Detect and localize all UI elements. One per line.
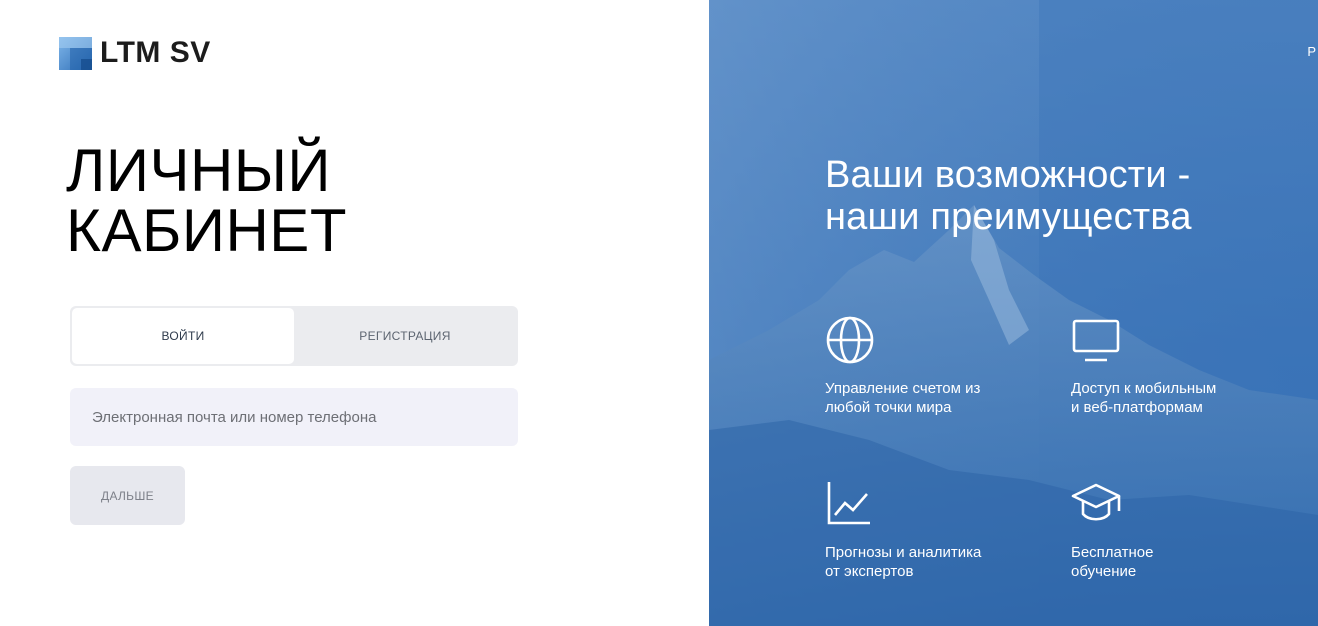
page-title: ЛИЧНЫЙ КАБИНЕТ — [66, 141, 347, 261]
feature-text-line-1: Управление счетом из — [825, 380, 981, 397]
promo-heading-line-2: наши преимущества — [825, 196, 1192, 238]
feature-text-line-2: обучение — [1071, 563, 1137, 580]
page-title-line-2: КАБИНЕТ — [66, 197, 347, 264]
logo-mark-icon — [59, 36, 92, 70]
feature-text-line-2: любой точки мира — [825, 399, 952, 416]
promo-heading: Ваши возможности - наши преимущества — [825, 154, 1192, 238]
promo-panel: Р Ваши возможности - наши преимущества У… — [709, 0, 1318, 626]
auth-tabs: ВОЙТИ РЕГИСТРАЦИЯ — [70, 306, 518, 366]
brand-logo[interactable]: LTM SV — [59, 36, 211, 70]
chart-line-icon — [827, 482, 870, 525]
tab-registration[interactable]: РЕГИСТРАЦИЯ — [294, 308, 516, 364]
promo-heading-line-1: Ваши возможности - — [825, 154, 1191, 196]
globe-icon — [826, 316, 874, 364]
feature-analytics: Прогнозы и аналитика от экспертов — [825, 479, 1055, 581]
monitor-icon — [1072, 319, 1120, 362]
next-button[interactable]: ДАЛЬШЕ — [70, 466, 185, 525]
email-or-phone-input[interactable] — [70, 388, 518, 446]
graduation-cap-icon — [1071, 483, 1121, 521]
feature-text-line-1: Прогнозы и аналитика — [825, 544, 982, 561]
login-panel: LTM SV ЛИЧНЫЙ КАБИНЕТ ВОЙТИ РЕГИСТРАЦИЯ … — [0, 0, 709, 626]
feature-text-line-1: Бесплатное — [1071, 544, 1154, 561]
feature-text-line-1: Доступ к мобильным — [1071, 380, 1217, 397]
feature-text-line-2: от экспертов — [825, 563, 914, 580]
feature-platform-access: Доступ к мобильным и веб-платформам — [1071, 315, 1301, 417]
language-switch[interactable]: Р — [1307, 44, 1316, 59]
feature-account-management: Управление счетом из любой точки мира — [825, 315, 1055, 417]
feature-text-line-2: и веб-платформам — [1071, 399, 1203, 416]
brand-name: LTM SV — [100, 36, 211, 69]
page-title-line-1: ЛИЧНЫЙ — [66, 137, 332, 204]
feature-free-education: Бесплатное обучение — [1071, 479, 1301, 581]
tab-login[interactable]: ВОЙТИ — [72, 308, 294, 364]
